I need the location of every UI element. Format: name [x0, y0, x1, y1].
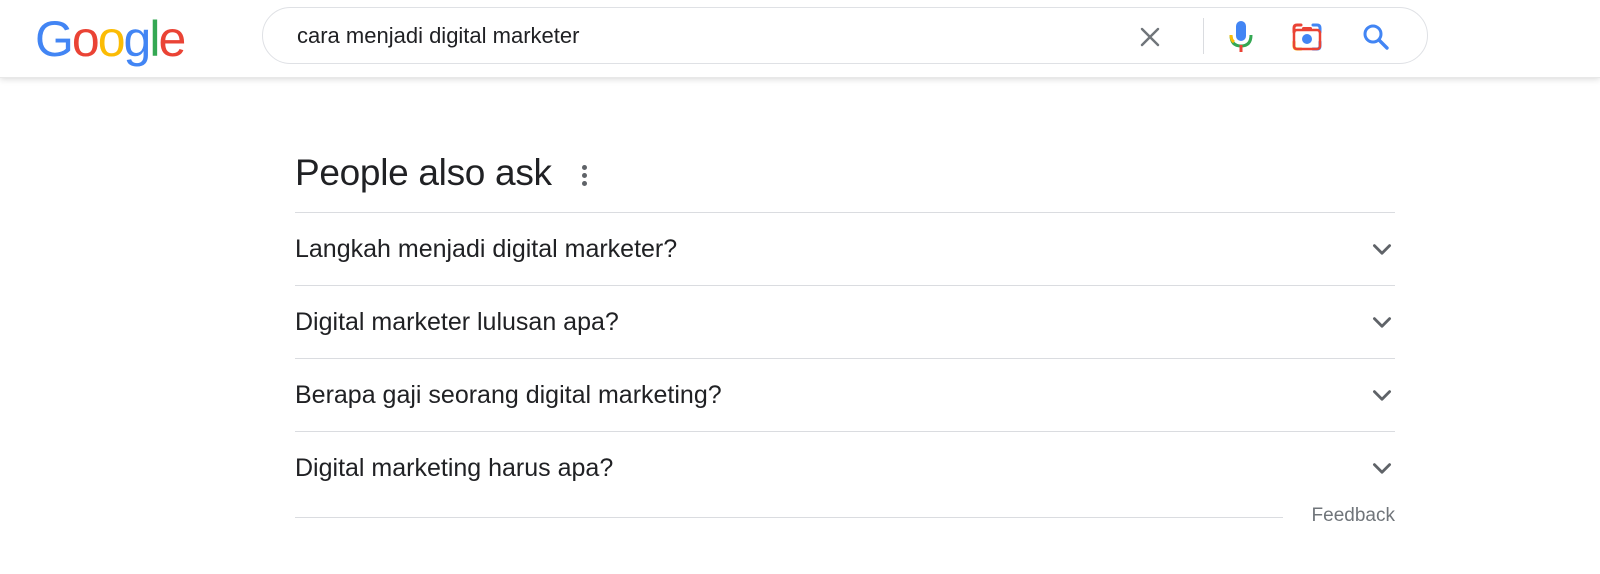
header-bar: Google [0, 0, 1600, 78]
chevron-down-icon [1373, 390, 1391, 401]
logo-letter-o2: o [97, 11, 126, 67]
google-logo[interactable]: Google [35, 10, 186, 68]
search-icon [1363, 24, 1389, 50]
voice-search-button[interactable] [1224, 20, 1258, 54]
logo-letter-l: l [149, 11, 160, 67]
question-text: Digital marketing harus apa? [295, 454, 614, 482]
feedback-row: Feedback [295, 505, 1395, 541]
question-item[interactable]: Digital marketer lulusan apa? [295, 286, 1395, 359]
question-text: Digital marketer lulusan apa? [295, 308, 619, 336]
search-button[interactable] [1359, 20, 1393, 54]
chevron-down-icon [1373, 317, 1391, 328]
chevron-down-icon [1373, 463, 1391, 474]
more-options-icon[interactable] [574, 160, 594, 190]
people-also-ask: People also ask Langkah menjadi digital … [295, 150, 1395, 541]
logo-letter-e: e [158, 11, 186, 67]
clear-icon [1140, 27, 1160, 47]
image-search-button[interactable] [1290, 20, 1324, 54]
divider [295, 517, 1283, 518]
camera-lens-icon [1292, 23, 1322, 51]
paa-header: People also ask [295, 150, 1395, 212]
chevron-down-icon [1373, 244, 1391, 255]
search-divider [1203, 18, 1204, 54]
clear-button[interactable] [1133, 20, 1167, 54]
paa-title: People also ask [295, 152, 552, 193]
feedback-link[interactable]: Feedback [1312, 505, 1395, 527]
question-list: Langkah menjadi digital marketer? Digita… [295, 212, 1395, 505]
question-text: Langkah menjadi digital marketer? [295, 235, 678, 263]
question-item[interactable]: Langkah menjadi digital marketer? [295, 213, 1395, 286]
logo-letter-g2: g [123, 11, 152, 67]
search-box[interactable] [262, 7, 1428, 64]
question-item[interactable]: Berapa gaji seorang digital marketing? [295, 359, 1395, 432]
search-input[interactable] [297, 22, 1097, 50]
question-item[interactable]: Digital marketing harus apa? [295, 432, 1395, 505]
logo-letter-g: G [35, 11, 74, 67]
mic-icon [1229, 21, 1253, 52]
logo-letter-o1: o [71, 11, 100, 67]
question-text: Berapa gaji seorang digital marketing? [295, 381, 722, 409]
